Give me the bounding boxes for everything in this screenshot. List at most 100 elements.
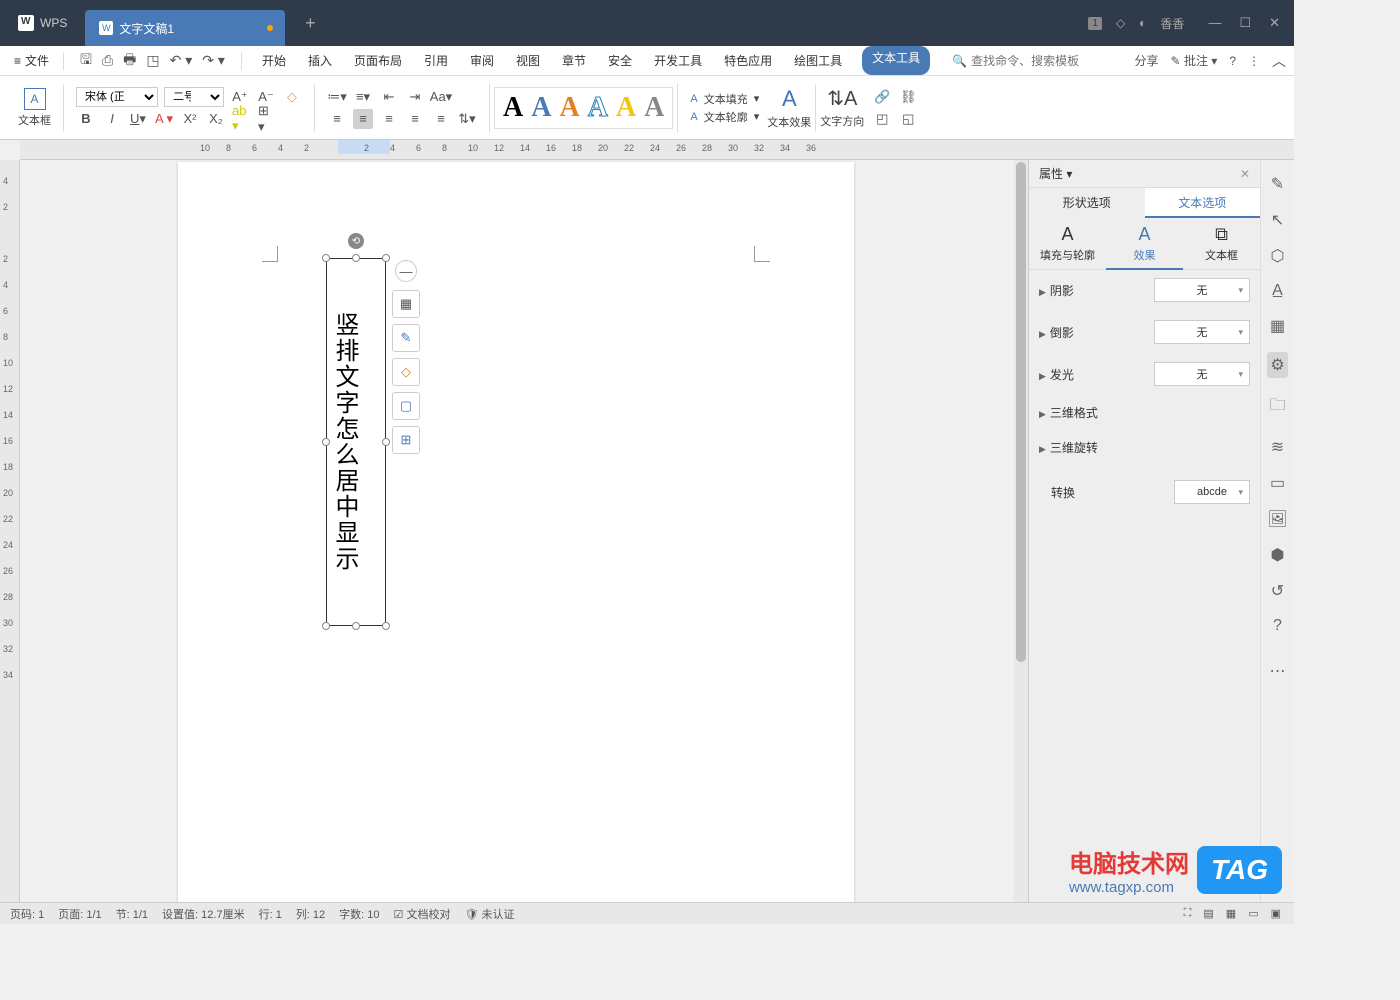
bullets-button[interactable]: ≔▾ xyxy=(327,87,347,107)
rail-image-icon[interactable]: 🖼 xyxy=(1267,509,1287,529)
resize-handle[interactable] xyxy=(352,254,360,262)
font-name-select[interactable]: 宋体 (正文) xyxy=(76,87,158,107)
style-2[interactable]: A xyxy=(531,92,551,124)
text-effects-button[interactable]: A 文本效果 xyxy=(767,86,811,130)
rail-edit-icon[interactable]: ✎ xyxy=(1271,174,1284,194)
glow-select[interactable]: 无 xyxy=(1154,362,1250,386)
document-canvas[interactable]: ⟲ 竖排文字怎么居中显示 — ▦ ✎ ◇ ▢ ⊞ xyxy=(20,160,1014,902)
increase-indent-button[interactable]: ⇥ xyxy=(405,87,425,107)
rotate-handle[interactable]: ⟲ xyxy=(348,233,364,249)
change-case-button[interactable]: Aa▾ xyxy=(431,87,451,107)
align-justify-button[interactable]: ≡ xyxy=(405,109,425,129)
style-6[interactable]: A xyxy=(644,92,664,124)
tab-special[interactable]: 特色应用 xyxy=(722,46,774,75)
status-words[interactable]: 字数: 10 xyxy=(339,906,379,922)
status-page-no[interactable]: 页码: 1 xyxy=(10,906,44,922)
tab-section[interactable]: 章节 xyxy=(560,46,588,75)
status-page[interactable]: 页面: 1/1 xyxy=(58,906,101,922)
shadow-select[interactable]: 无 xyxy=(1154,278,1250,302)
resize-handle[interactable] xyxy=(382,254,390,262)
status-auth[interactable]: 🛡 未认证 xyxy=(464,906,514,922)
subtab-fill-outline[interactable]: A 填充与轮廓 xyxy=(1029,218,1106,270)
rail-properties-icon[interactable]: ⚙ xyxy=(1267,352,1287,378)
rail-select-icon[interactable]: ↖ xyxy=(1271,210,1284,230)
undo-button[interactable]: ↶ ▾ xyxy=(170,52,193,69)
break-link-button[interactable]: ⛓ xyxy=(898,87,918,107)
link-textbox-button[interactable]: 🔗 xyxy=(872,87,892,107)
fullscreen-button[interactable]: ⛶ xyxy=(1181,907,1195,920)
print-preview-icon[interactable]: ⎙ xyxy=(102,52,113,69)
align-left-button[interactable]: ≡ xyxy=(327,109,347,129)
textbox-group[interactable]: 文本框 xyxy=(10,80,59,136)
tab-text-options[interactable]: 文本选项 xyxy=(1145,188,1261,218)
font-size-select[interactable]: 二号 xyxy=(164,87,224,107)
status-proof[interactable]: ☑ 文档校对 xyxy=(394,906,451,922)
shape-fill-button[interactable]: ◇ xyxy=(392,358,420,386)
prop-transform[interactable]: 转换 abcde xyxy=(1039,480,1250,504)
rail-help-icon[interactable]: ? xyxy=(1273,617,1282,635)
superscript-button[interactable]: X² xyxy=(180,109,200,129)
tab-references[interactable]: 引用 xyxy=(422,46,450,75)
prop-glow[interactable]: ▶发光 无 xyxy=(1039,362,1250,386)
more-options-button[interactable]: ⊞ xyxy=(392,426,420,454)
minimize-button[interactable]: — xyxy=(1208,15,1221,31)
vertical-scrollbar[interactable] xyxy=(1014,160,1028,902)
style-1[interactable]: A xyxy=(503,92,523,124)
maximize-button[interactable]: ☐ xyxy=(1239,15,1251,31)
tab-insert[interactable]: 插入 xyxy=(306,46,334,75)
tab-text-tools[interactable]: 文本工具 xyxy=(862,46,930,75)
user-name[interactable]: 香香 xyxy=(1160,15,1184,32)
horizontal-ruler[interactable]: 10864224681012141618202224262830323436 xyxy=(20,140,1294,160)
transform-select[interactable]: abcde xyxy=(1174,480,1250,504)
rail-more-icon[interactable]: ⋯ xyxy=(1270,661,1286,681)
notification-badge[interactable]: 1 xyxy=(1088,17,1102,30)
resize-handle[interactable] xyxy=(322,622,330,630)
redo-button[interactable]: ↷ ▾ xyxy=(202,52,225,69)
view-web-button[interactable]: ▭ xyxy=(1245,907,1261,920)
resize-handle[interactable] xyxy=(322,254,330,262)
text-outline-button[interactable]: A 文本轮廓 ▾ xyxy=(690,109,759,125)
next-textbox-button[interactable]: ◱ xyxy=(898,109,918,129)
underline-button[interactable]: U ▾ xyxy=(128,109,148,129)
tab-security[interactable]: 安全 xyxy=(606,46,634,75)
vertical-ruler[interactable]: 42246810121416182022242628303234 xyxy=(0,160,20,902)
resize-handle[interactable] xyxy=(382,622,390,630)
subscript-button[interactable]: X₂ xyxy=(206,109,226,129)
tab-developer[interactable]: 开发工具 xyxy=(652,46,704,75)
rail-navigation-icon[interactable]: ≋ xyxy=(1271,437,1284,457)
new-tab-button[interactable]: + xyxy=(295,13,325,34)
subtab-textbox[interactable]: ⧉ 文本框 xyxy=(1183,218,1260,270)
quick-print-icon[interactable]: ◳ xyxy=(146,52,159,69)
bold-button[interactable]: B xyxy=(76,109,96,129)
style-3[interactable]: A xyxy=(559,92,579,124)
prev-textbox-button[interactable]: ◰ xyxy=(872,109,892,129)
align-center-button[interactable]: ≡ xyxy=(353,109,373,129)
rail-style-icon[interactable]: A̲ xyxy=(1272,282,1283,300)
resize-handle[interactable] xyxy=(352,622,360,630)
subtab-effects[interactable]: A 效果 xyxy=(1106,218,1183,270)
distribute-button[interactable]: ≡ xyxy=(431,109,451,129)
tab-page-layout[interactable]: 页面布局 xyxy=(352,46,404,75)
share-button[interactable]: 分享 xyxy=(1135,52,1159,69)
close-panel-button[interactable]: ✕ xyxy=(1240,167,1250,181)
text-direction-button[interactable]: ⇅A 文字方向 xyxy=(820,86,864,129)
search-input[interactable] xyxy=(971,54,1091,68)
rail-hexagon-icon[interactable]: ⬢ xyxy=(1271,545,1285,565)
prop-3d-rotation[interactable]: ▶三维旋转 xyxy=(1039,439,1250,456)
prop-shadow[interactable]: ▶阴影 无 xyxy=(1039,278,1250,302)
italic-button[interactable]: I xyxy=(102,109,122,129)
view-print-button[interactable]: ▤ xyxy=(1200,907,1216,920)
textbox-content[interactable]: 竖排文字怎么居中显示 xyxy=(327,259,362,625)
status-section[interactable]: 节: 1/1 xyxy=(116,906,148,922)
more-button[interactable]: ⋮ xyxy=(1248,54,1260,68)
wordart-style-gallery[interactable]: A A A A A A xyxy=(494,87,673,129)
tab-review[interactable]: 审阅 xyxy=(468,46,496,75)
rail-clipboard-icon[interactable]: ▭ xyxy=(1270,473,1285,493)
rail-history-icon[interactable]: ↺ xyxy=(1271,581,1284,601)
prop-3d-format[interactable]: ▶三维格式 xyxy=(1039,404,1250,421)
document-tab[interactable]: W 文字文稿1 xyxy=(85,10,285,46)
tab-drawing-tools[interactable]: 绘图工具 xyxy=(792,46,844,75)
font-color-button[interactable]: A ▾ xyxy=(154,109,174,129)
highlight-button[interactable]: ab ▾ xyxy=(232,109,252,129)
close-button[interactable]: ✕ xyxy=(1269,15,1280,31)
